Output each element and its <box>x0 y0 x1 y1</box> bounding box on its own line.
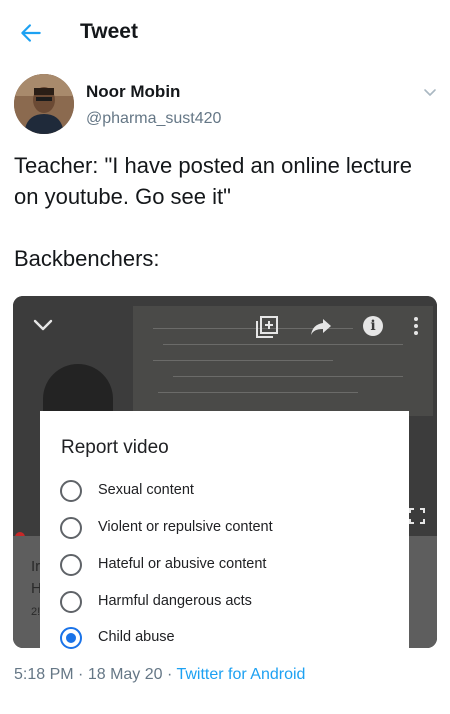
radio-button[interactable] <box>60 591 82 613</box>
report-option-harmful-acts[interactable]: Harmful dangerous acts <box>60 589 400 619</box>
report-video-dialog: Report video Sexual content Violent or r… <box>40 411 409 649</box>
page-title: Tweet <box>80 20 138 43</box>
author-handle[interactable]: @pharma_sust420 <box>86 110 221 128</box>
tweet-text: Teacher: "I have posted an online lectur… <box>14 153 412 271</box>
chevron-down-icon[interactable] <box>422 84 438 100</box>
option-label: Hateful or abusive content <box>98 556 267 572</box>
option-label: Violent or repulsive content <box>98 519 273 535</box>
option-label: Harmful dangerous acts <box>98 593 252 609</box>
info-icon[interactable]: i <box>363 316 383 336</box>
dialog-title: Report video <box>61 437 169 458</box>
chevron-down-icon[interactable] <box>33 318 53 332</box>
radio-button[interactable] <box>60 517 82 539</box>
avatar[interactable] <box>14 74 74 134</box>
tweet-date: 18 May 20 <box>87 666 163 683</box>
top-bar: Tweet <box>0 0 450 66</box>
report-option-child-abuse[interactable]: Child abuse <box>60 625 400 655</box>
tweet-time: 5:18 PM <box>14 666 74 683</box>
radio-button[interactable] <box>60 554 82 576</box>
report-option-violent-content[interactable]: Violent or repulsive content <box>60 515 400 545</box>
radio-button[interactable] <box>60 480 82 502</box>
report-option-hateful-content[interactable]: Hateful or abusive content <box>60 552 400 582</box>
tweet-author: Noor Mobin @pharma_sust420 <box>14 72 444 142</box>
option-label: Sexual content <box>98 482 194 498</box>
option-label: Child abuse <box>98 629 175 645</box>
author-name[interactable]: Noor Mobin <box>86 82 180 102</box>
tweet-source-link[interactable]: Twitter for Android <box>176 666 305 683</box>
arrow-left-icon[interactable] <box>18 20 44 46</box>
add-to-queue-icon[interactable] <box>256 316 278 338</box>
tweet-meta: 5:18 PM · 18 May 20 · Twitter for Androi… <box>14 666 306 683</box>
whiteboard-image <box>133 306 433 416</box>
radio-button-selected[interactable] <box>60 627 82 649</box>
share-icon[interactable] <box>310 318 332 336</box>
fullscreen-icon[interactable] <box>409 508 425 524</box>
report-option-sexual-content[interactable]: Sexual content <box>60 478 400 508</box>
more-vert-icon[interactable] <box>413 316 419 336</box>
